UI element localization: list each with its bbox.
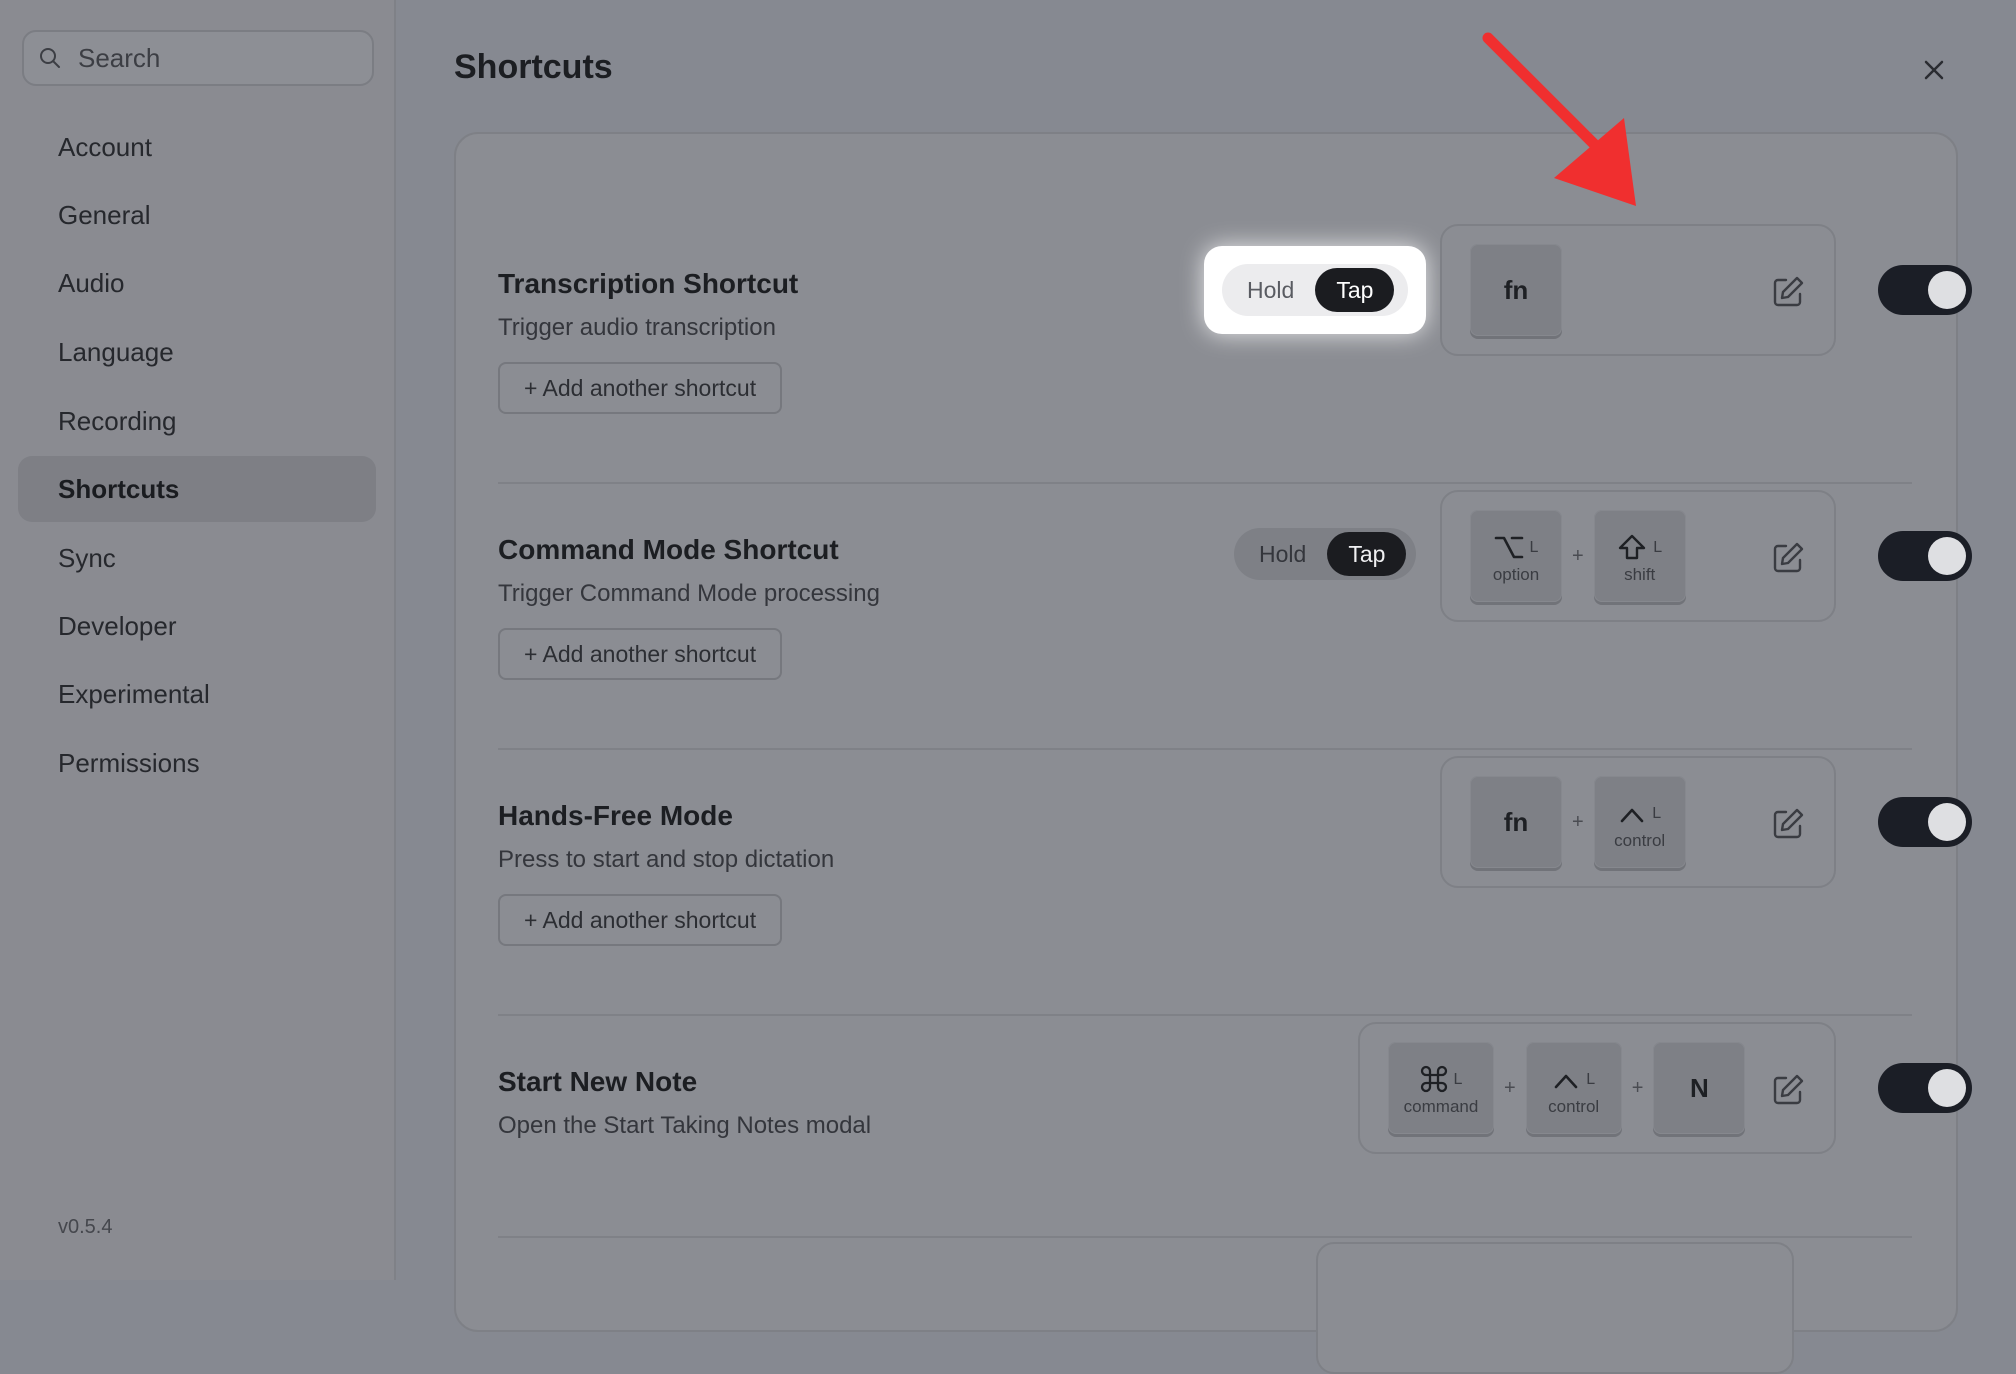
shortcut-row-start-new-note: Start New Note Open the Start Taking Not… xyxy=(498,1016,1972,1238)
hold-tap-toggle[interactable]: Hold Tap xyxy=(1222,264,1408,316)
key-combo-box: fn xyxy=(1440,224,1836,356)
row-description: Open the Start Taking Notes modal xyxy=(498,1112,872,1139)
shortcut-row-transcription: Transcription Shortcut Trigger audio tra… xyxy=(498,218,1972,484)
sidebar-item-recording[interactable]: Recording xyxy=(18,388,376,454)
key-n: N xyxy=(1653,1042,1746,1134)
key-combo-box: L command + L control + N xyxy=(1358,1022,1836,1154)
edit-icon[interactable] xyxy=(1770,540,1806,576)
close-icon[interactable] xyxy=(1916,52,1952,88)
shortcuts-page: Shortcuts Transcription Shortcut Trigger… xyxy=(398,0,2016,1374)
key-label: fn xyxy=(1503,274,1529,305)
key-label: fn xyxy=(1503,806,1529,837)
shortcut-row-hands-free: Hands-Free Mode Press to start and stop … xyxy=(498,750,1972,1016)
row-description: Trigger Command Mode processing xyxy=(498,580,880,607)
enable-toggle[interactable] xyxy=(1878,531,1972,581)
key-fn: fn xyxy=(1470,776,1562,868)
sidebar-item-shortcuts[interactable]: Shortcuts xyxy=(18,456,376,522)
key-option: L option xyxy=(1470,510,1562,602)
key-side-label: L xyxy=(1652,805,1662,822)
add-shortcut-button[interactable]: + Add another shortcut xyxy=(498,894,783,946)
key-command: L command xyxy=(1388,1042,1494,1134)
toggle-knob xyxy=(1928,271,1966,309)
annotation-arrow-icon xyxy=(1482,32,1636,206)
key-label: option xyxy=(1492,565,1540,584)
plus-separator: + xyxy=(1631,1076,1644,1099)
row-title: Transcription Shortcut xyxy=(498,268,799,299)
key-side-label: L xyxy=(1453,1071,1463,1088)
row-title: Command Mode Shortcut xyxy=(498,534,839,565)
shortcut-row-command-mode: Command Mode Shortcut Trigger Command Mo… xyxy=(498,484,1972,750)
key-fn: fn xyxy=(1470,244,1562,336)
search-box[interactable] xyxy=(22,30,374,86)
row-title: Hands-Free Mode xyxy=(498,800,733,831)
plus-separator: + xyxy=(1572,810,1584,833)
page-title: Shortcuts xyxy=(454,48,613,86)
row-title: Start New Note xyxy=(498,1066,698,1097)
key-label: N xyxy=(1689,1072,1709,1103)
edit-icon[interactable] xyxy=(1770,1072,1806,1108)
key-side-label: L xyxy=(1586,1071,1596,1088)
sidebar-item-sync[interactable]: Sync xyxy=(18,525,376,591)
plus-separator: + xyxy=(1572,544,1584,567)
sidebar-item-experimental[interactable]: Experimental xyxy=(18,661,376,727)
control-icon xyxy=(1554,1074,1578,1089)
option-icon xyxy=(1494,536,1523,559)
sidebar-item-developer[interactable]: Developer xyxy=(18,593,376,659)
key-combo-box-partial xyxy=(1316,1242,1794,1374)
tap-option[interactable]: Tap xyxy=(1315,268,1395,312)
shortcuts-panel: Transcription Shortcut Trigger audio tra… xyxy=(454,132,1972,1374)
hold-tap-toggle[interactable]: Hold Tap xyxy=(1234,528,1416,580)
key-side-label: L xyxy=(1653,539,1663,556)
sidebar-item-audio[interactable]: Audio xyxy=(18,250,376,316)
edit-icon[interactable] xyxy=(1770,806,1806,842)
key-side-label: L xyxy=(1529,539,1539,556)
edit-icon[interactable] xyxy=(1770,274,1806,310)
row-description: Trigger audio transcription xyxy=(498,314,776,341)
add-shortcut-button[interactable]: + Add another shortcut xyxy=(498,628,783,680)
enable-toggle[interactable] xyxy=(1878,1063,1972,1113)
key-label: command xyxy=(1403,1097,1479,1116)
add-shortcut-button[interactable]: + Add another shortcut xyxy=(498,362,783,414)
key-control: L control xyxy=(1593,776,1686,868)
search-input[interactable] xyxy=(78,42,358,74)
sidebar-item-account[interactable]: Account xyxy=(18,114,376,180)
key-label: shift xyxy=(1624,565,1656,584)
plus-separator: + xyxy=(1504,1076,1516,1099)
key-combo-box: fn + L control xyxy=(1440,756,1836,888)
toggle-knob xyxy=(1928,1069,1966,1107)
key-shift: L shift xyxy=(1593,510,1686,602)
settings-sidebar: Account General Audio Language Recording… xyxy=(0,0,396,1280)
enable-toggle[interactable] xyxy=(1878,265,1972,315)
command-icon xyxy=(1420,1065,1447,1093)
version-label: v0.5.4 xyxy=(58,1216,113,1238)
key-control: L control xyxy=(1525,1042,1622,1134)
hold-option[interactable]: Hold xyxy=(1238,532,1327,576)
sidebar-item-general[interactable]: General xyxy=(18,182,376,248)
toggle-knob xyxy=(1928,803,1966,841)
key-label: control xyxy=(1548,1097,1600,1116)
search-icon xyxy=(40,48,60,68)
tap-option[interactable]: Tap xyxy=(1327,532,1407,576)
sidebar-item-permissions[interactable]: Permissions xyxy=(18,730,376,796)
toggle-knob xyxy=(1928,537,1966,575)
row-divider xyxy=(498,1236,1912,1238)
mode-toggle-highlight: Hold Tap xyxy=(1204,246,1426,334)
hold-option[interactable]: Hold xyxy=(1226,268,1315,312)
sidebar-item-language[interactable]: Language xyxy=(18,319,376,385)
row-description: Press to start and stop dictation xyxy=(498,846,835,873)
key-combo-box: L option + L shift xyxy=(1440,490,1836,622)
enable-toggle[interactable] xyxy=(1878,797,1972,847)
shift-icon xyxy=(1619,534,1646,560)
key-label: control xyxy=(1614,831,1666,850)
control-icon xyxy=(1620,808,1644,823)
